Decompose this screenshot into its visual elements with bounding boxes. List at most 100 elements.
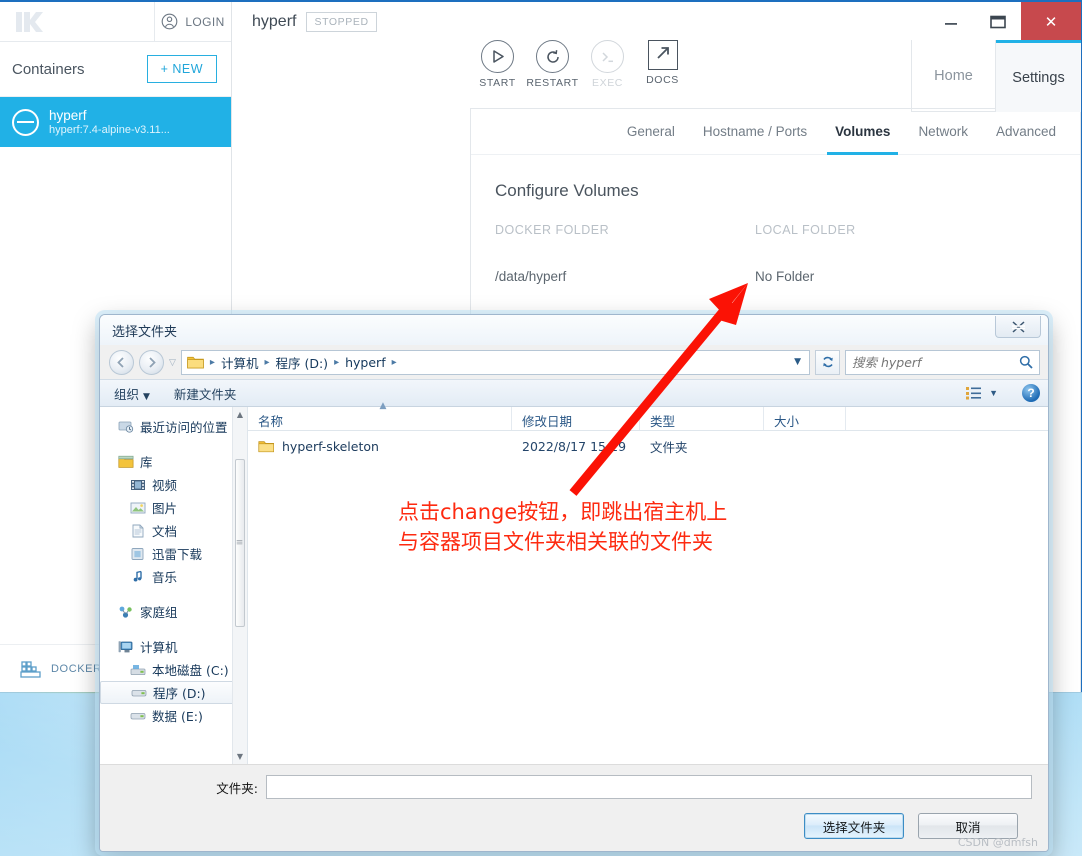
search-input[interactable] (852, 354, 1015, 370)
back-button[interactable] (109, 349, 134, 375)
folder-field-label: 文件夹: (216, 780, 258, 796)
file-name: hyperf-skeleton (282, 438, 379, 454)
dialog-buttons: 选择文件夹 取消 (116, 813, 1032, 839)
tree-label: 本地磁盘 (C:) (152, 663, 229, 678)
tree-gap (100, 623, 247, 635)
column-header-modified[interactable]: 修改日期 (512, 407, 640, 430)
tree-item-drive-c[interactable]: 本地磁盘 (C:) (100, 658, 247, 681)
file-modified: 2022/8/17 15:29 (522, 438, 627, 454)
tree-item-drive-e[interactable]: 数据 (E:) (100, 704, 247, 727)
tree-item-computer[interactable]: 计算机 (100, 635, 247, 658)
tree-item-documents[interactable]: 文档 (100, 519, 247, 542)
new-folder-button[interactable]: 新建文件夹 (174, 384, 237, 403)
breadcrumb-part-computer[interactable]: 计算机 (221, 353, 259, 372)
exec-button[interactable]: EXEC (580, 40, 635, 89)
column-header-name[interactable]: ▲ 名称 (248, 401, 512, 430)
dialog-close-button[interactable] (995, 316, 1041, 338)
history-dropdown-icon[interactable]: ▽ (169, 357, 176, 368)
drive-icon (130, 712, 146, 719)
settings-subtabs: General Hostname / Ports Volumes Network… (471, 109, 1080, 155)
breadcrumb[interactable]: ▸ 计算机 ▸ 程序 (D:) ▸ hyperf ▸ ▼ (180, 349, 810, 375)
downloads-icon (131, 547, 144, 560)
tree-item-pictures[interactable]: 图片 (100, 496, 247, 519)
subtab-advanced[interactable]: Advanced (982, 109, 1070, 155)
choose-folder-dialog: 选择文件夹 ▽ ▸ 计算机 ▸ 程序 (D:) ▸ hyperf ▸ ▼ 搜索 … (99, 314, 1049, 852)
maximize-button[interactable] (974, 2, 1021, 42)
help-button[interactable]: ? (1022, 384, 1040, 402)
volumes-heading: Configure Volumes (495, 181, 639, 200)
scrollbar-thumb[interactable]: ≡ (235, 459, 245, 627)
subtab-volumes[interactable]: Volumes (821, 109, 904, 155)
start-label: START (479, 77, 516, 89)
tree-label: 视频 (152, 478, 178, 493)
tree-label: 迅雷下载 (152, 547, 203, 562)
tab-settings[interactable]: Settings (996, 40, 1081, 112)
close-button[interactable]: ✕ (1021, 2, 1081, 42)
organize-caret-icon: ▼ (143, 391, 150, 402)
dialog-titlebar: 选择文件夹 (100, 315, 1048, 345)
tree-item-drive-d[interactable]: 程序 (D:) (100, 681, 243, 704)
restart-label: RESTART (526, 77, 579, 89)
container-list-item-hyperf[interactable]: hyperf hyperf:7.4-alpine-v3.11... (0, 97, 231, 147)
column-header-type[interactable]: 类型 (640, 407, 764, 430)
breadcrumb-sep-3: ▸ (391, 356, 397, 368)
column-label: 名称 (258, 414, 284, 429)
subtab-hostname-ports[interactable]: Hostname / Ports (689, 109, 821, 155)
forward-button[interactable] (139, 349, 164, 375)
file-type: 文件夹 (650, 439, 688, 455)
scroll-up-icon[interactable]: ▲ (237, 410, 243, 419)
tree-label: 计算机 (140, 640, 178, 655)
restart-button[interactable]: RESTART (525, 40, 580, 89)
computer-icon (118, 640, 133, 652)
tree-label: 图片 (152, 501, 178, 516)
organize-menu[interactable]: 组织 ▼ (114, 384, 150, 403)
scroll-down-icon[interactable]: ▼ (237, 752, 243, 761)
select-folder-button[interactable]: 选择文件夹 (804, 813, 904, 839)
view-mode-button[interactable]: ▼ (966, 386, 998, 400)
new-container-button[interactable]: + NEW (146, 55, 217, 83)
container-item-text: hyperf hyperf:7.4-alpine-v3.11... (49, 108, 170, 137)
subtab-general[interactable]: General (613, 109, 689, 155)
login-label: LOGIN (185, 14, 225, 29)
terminal-icon (591, 40, 624, 73)
subtab-network[interactable]: Network (904, 109, 982, 155)
tree-scrollbar[interactable]: ▲ ≡ ▼ (232, 407, 247, 764)
sidebar-topbar: LOGIN (0, 1, 231, 42)
search-box[interactable] (845, 349, 1040, 375)
watermark: CSDN @dmfsh (957, 836, 1038, 849)
file-row[interactable]: hyperf-skeleton 2022/8/17 15:29 文件夹 (248, 431, 1048, 461)
tree-item-videos[interactable]: 视频 (100, 473, 247, 496)
column-header-size[interactable]: 大小 (764, 407, 846, 430)
tree-item-recent[interactable]: 最近访问的位置 (100, 415, 247, 438)
breadcrumb-part-hyperf[interactable]: hyperf (345, 355, 386, 370)
breadcrumb-dropdown-icon[interactable]: ▼ (794, 357, 805, 367)
annotation-text: 点击change按钮，即跳出宿主机上 与容器项目文件夹相关联的文件夹 (398, 497, 727, 557)
tree-item-music[interactable]: 音乐 (100, 565, 247, 588)
breadcrumb-part-drive[interactable]: 程序 (D:) (276, 353, 329, 372)
volume-docker-path: /data/hyperf (495, 268, 567, 284)
external-link-icon (647, 40, 678, 70)
dialog-title: 选择文件夹 (112, 324, 178, 340)
tab-home[interactable]: Home (911, 40, 996, 112)
tree-item-libraries[interactable]: 库 (100, 450, 247, 473)
dialog-address-bar: ▽ ▸ 计算机 ▸ 程序 (D:) ▸ hyperf ▸ ▼ (100, 345, 1048, 379)
tree-item-homegroup[interactable]: 家庭组 (100, 600, 247, 623)
tree-item-downloads[interactable]: 迅雷下载 (100, 542, 247, 565)
minimize-button[interactable] (927, 2, 974, 42)
breadcrumb-sep-0: ▸ (209, 356, 215, 368)
annotation-line-1: 点击change按钮，即跳出宿主机上 (398, 500, 728, 524)
docs-button[interactable]: DOCS (635, 40, 690, 86)
tree-gap (100, 588, 247, 600)
refresh-icon (822, 356, 833, 368)
user-icon (161, 13, 178, 30)
start-button[interactable]: START (470, 40, 525, 89)
refresh-button[interactable] (815, 349, 840, 375)
system-drive-icon (130, 664, 146, 675)
column-local-folder: LOCAL FOLDER (755, 223, 856, 237)
folder-path-input[interactable] (266, 775, 1032, 799)
column-docker-folder: DOCKER FOLDER (495, 223, 610, 237)
page-title: hyperf (252, 13, 297, 30)
window-controls: ✕ (927, 2, 1081, 42)
file-list-header: ▲ 名称 修改日期 类型 大小 (248, 401, 1048, 431)
login-button[interactable]: LOGIN (155, 13, 231, 30)
